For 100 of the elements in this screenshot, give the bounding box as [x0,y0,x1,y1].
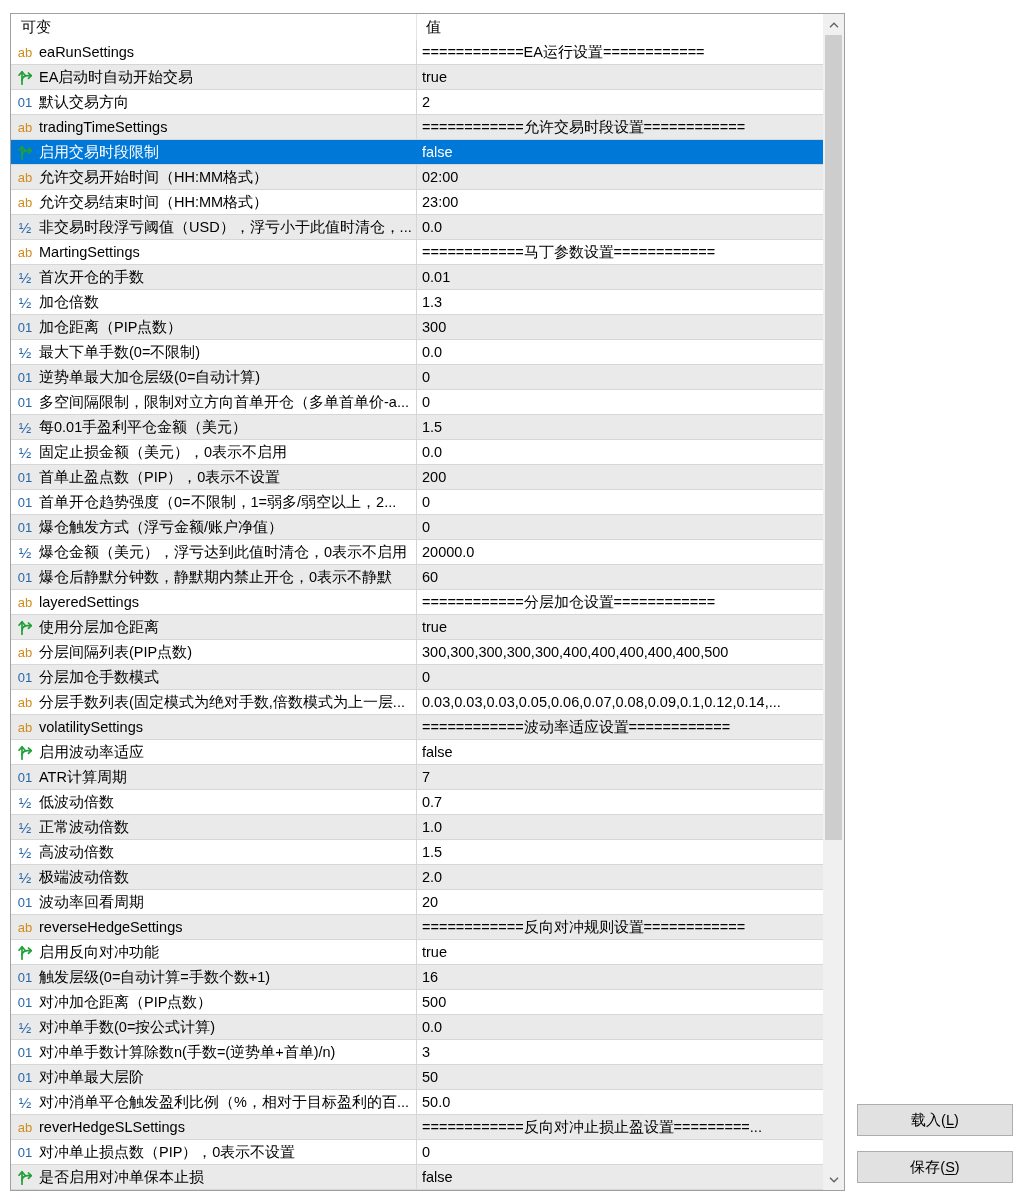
parameter-row[interactable]: ½ 低波动倍数 0.7 [11,790,823,815]
parameter-name: 爆仓触发方式（浮亏金额/账户净值） [39,517,284,537]
parameter-value: 50 [422,1069,439,1085]
parameter-name: 固定止损金额（美元），0表示不启用 [39,442,288,462]
parameter-row[interactable]: 01 首单止盈点数（PIP），0表示不设置 200 [11,465,823,490]
parameter-row[interactable]: 启用反向对冲功能 true [11,940,823,965]
fraction-icon: ½ [18,544,32,560]
parameter-row[interactable]: ½ 固定止损金额（美元），0表示不启用 0.0 [11,440,823,465]
parameter-row[interactable]: ½ 每0.01手盈利平仓金额（美元） 1.5 [11,415,823,440]
parameter-row[interactable]: ½ 高波动倍数 1.5 [11,840,823,865]
parameter-value: false [422,1169,453,1185]
parameter-row[interactable]: 01 逆势单最大加仓层级(0=自动计算) 0 [11,365,823,390]
branch-arrow-icon [18,744,32,760]
parameter-row[interactable]: ab reverHedgeSLSettings ============反向对冲止损止盈设置=========... [11,1115,823,1140]
parameter-row[interactable]: 01 爆仓触发方式（浮亏金额/账户净值） 0 [11,515,823,540]
parameter-value: 200 [422,469,447,485]
parameter-row[interactable]: 01 对冲加仓距离（PIP点数） 500 [11,990,823,1015]
parameter-row[interactable]: ½ 对冲消单平仓触发盈利比例（%，相对于目标盈利的百... 50.0 [11,1090,823,1115]
parameter-row[interactable]: 01 爆仓后静默分钟数，静默期内禁止开仓，0表示不静默 60 [11,565,823,590]
parameter-row[interactable]: ½ 加仓倍数 1.3 [11,290,823,315]
integer-type-icon: 01 [17,895,33,909]
string-type-icon: ab [17,645,33,659]
parameter-value: ============允许交易时段设置============ [422,117,746,137]
parameter-row[interactable]: 01 ATR计算周期 7 [11,765,823,790]
parameter-row[interactable]: ½ 爆仓金额（美元），浮亏达到此值时清仓，0表示不启用 20000.0 [11,540,823,565]
parameter-row[interactable]: ab 允许交易结束时间（HH:MM格式） 23:00 [11,190,823,215]
parameter-value: ============马丁参数设置============ [422,242,716,262]
string-type-icon: ab [17,120,33,134]
parameter-row[interactable]: 01 对冲单止损点数（PIP），0表示不设置 0 [11,1140,823,1165]
parameter-row[interactable]: 01 分层加仓手数模式 0 [11,665,823,690]
fraction-icon: ½ [18,1094,32,1110]
parameter-name: 爆仓金额（美元），浮亏达到此值时清仓，0表示不启用 [39,542,408,562]
parameter-row[interactable]: ½ 对冲单手数(0=按公式计算) 0.0 [11,1015,823,1040]
parameter-row[interactable]: EA启动时自动开始交易 true [11,65,823,90]
parameter-row[interactable]: ab tradingTimeSettings ============允许交易时段设置============ [11,115,823,140]
column-header[interactable]: 值 [417,14,823,40]
integer-type-icon: 01 [17,1045,33,1059]
parameter-value: false [422,744,453,760]
parameter-row[interactable]: 01 加仓距离（PIP点数） 300 [11,315,823,340]
parameter-name: 默认交易方向 [39,92,129,112]
parameter-row[interactable]: 使用分层加仓距离 true [11,615,823,640]
parameter-value: ============EA运行设置============ [422,42,705,62]
parameter-name: 对冲消单平仓触发盈利比例（%，相对于目标盈利的百... [39,1092,409,1112]
parameter-row[interactable]: ab 允许交易开始时间（HH:MM格式） 02:00 [11,165,823,190]
fraction-icon: ½ [18,219,32,235]
parameter-row[interactable]: ½ 正常波动倍数 1.0 [11,815,823,840]
parameter-row[interactable]: 01 触发层级(0=自动计算=手数个数+1) 16 [11,965,823,990]
parameter-name: 允许交易开始时间（HH:MM格式） [39,167,269,187]
parameter-value: 0 [422,1144,431,1160]
parameter-row[interactable]: ab eaRunSettings ============EA运行设置============ [11,40,823,65]
parameter-row[interactable]: 01 首单开仓趋势强度（0=不限制，1=弱多/弱空以上，2... 0 [11,490,823,515]
parameter-row[interactable]: ½ 非交易时段浮亏阈值（USD），浮亏小于此值时清仓，... 0.0 [11,215,823,240]
scrollbar-thumb[interactable] [825,35,842,840]
parameter-row[interactable]: ab MartingSettings ============马丁参数设置============ [11,240,823,265]
parameter-row[interactable]: 01 多空间隔限制，限制对立方向首单开仓（多单首单价-a... 0 [11,390,823,415]
load-button[interactable]: 载入(L) [857,1104,1013,1136]
chevron-down-icon[interactable] [828,1176,839,1183]
fraction-icon: ½ [18,844,32,860]
integer-type-icon: 01 [17,970,33,984]
fraction-icon: ½ [18,444,32,460]
fraction-icon: ½ [18,819,32,835]
branch-arrow-icon [18,619,32,635]
parameter-name: reverHedgeSLSettings [39,1119,185,1135]
save-button[interactable]: 保存(S) [857,1151,1013,1183]
parameter-row[interactable]: 01 波动率回看周期 20 [11,890,823,915]
branch-arrow-icon [18,144,32,160]
parameter-value: 2.0 [422,869,443,885]
parameter-value: 20000.0 [422,544,475,560]
parameter-row[interactable]: ½ 极端波动倍数 2.0 [11,865,823,890]
parameter-row[interactable]: ab volatilitySettings ============波动率适应设置============ [11,715,823,740]
parameter-row[interactable]: 是否启用对冲单保本止损 false [11,1165,823,1190]
parameter-row[interactable]: ab layeredSettings ============分层加仓设置============ [11,590,823,615]
parameter-value: ============分层加仓设置============ [422,592,716,612]
parameter-value: 1.5 [422,419,443,435]
integer-type-icon: 01 [17,1070,33,1084]
parameter-value: 0 [422,494,431,510]
parameter-value: false [422,144,453,160]
parameter-name: 启用波动率适应 [39,742,144,762]
string-type-icon: ab [17,195,33,209]
parameter-row[interactable]: 01 对冲单最大层阶 50 [11,1065,823,1090]
fraction-icon: ½ [18,794,32,810]
fraction-icon: ½ [18,269,32,285]
parameter-row[interactable]: ½ 首次开仓的手数 0.01 [11,265,823,290]
parameter-value: ============反向对冲止损止盈设置=========... [422,1117,762,1137]
parameter-row[interactable]: 01 默认交易方向 2 [11,90,823,115]
string-type-icon: ab [17,1120,33,1134]
parameter-name: eaRunSettings [39,44,135,60]
parameter-row[interactable]: ab reverseHedgeSettings ============反向对冲规则设置============ [11,915,823,940]
chevron-up-icon[interactable] [828,21,839,28]
parameter-name: volatilitySettings [39,719,143,735]
parameter-row[interactable]: 01 对冲单手数计算除数n(手数=(逆势单+首单)/n) 3 [11,1040,823,1065]
parameter-row[interactable]: 启用波动率适应 false [11,740,823,765]
parameter-row[interactable]: ab 分层间隔列表(PIP点数) 300,300,300,300,300,400,400,400,400,400,500 [11,640,823,665]
parameter-name: EA启动时自动开始交易 [39,67,194,87]
parameter-row[interactable]: 启用交易时段限制 false [11,140,823,165]
parameter-row[interactable]: ab 分层手数列表(固定模式为绝对手数,倍数模式为上一层... 0.03,0.03,0.03,0.05,0.06,0.07,0.08,0.09,0.1,0.12,0.14,... [11,690,823,715]
fraction-icon: ½ [18,869,32,885]
integer-type-icon: 01 [17,370,33,384]
parameter-row[interactable]: ½ 最大下单手数(0=不限制) 0.0 [11,340,823,365]
parameter-value: true [422,944,447,960]
